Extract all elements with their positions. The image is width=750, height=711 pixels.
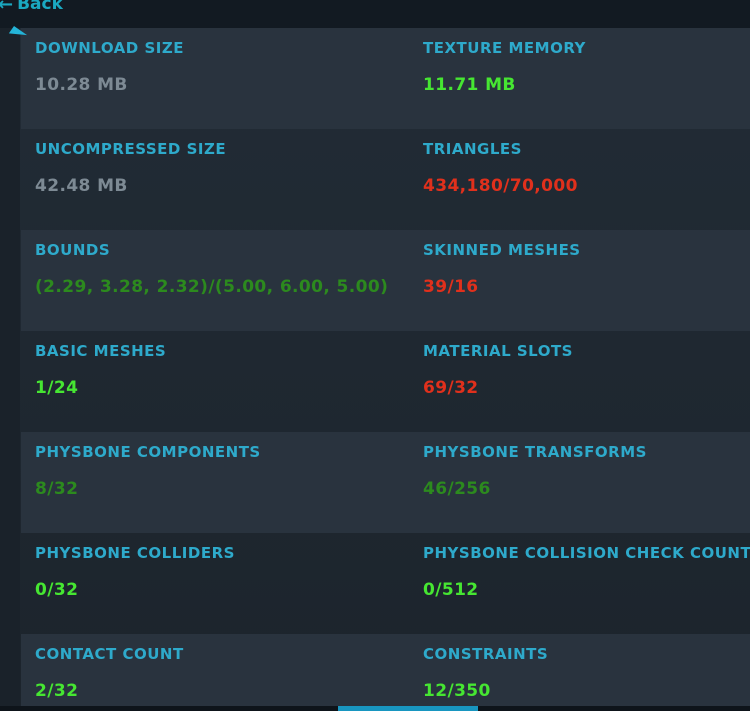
stats-row: PHYSBONE COMPONENTS 8/32 PHYSBONE TRANSF… xyxy=(21,432,750,533)
back-arrow-icon: ← xyxy=(0,0,14,15)
performance-stats-screen: ← Back DOWNLOAD SIZE 10.28 MB TEXTURE ME… xyxy=(0,0,750,711)
stat-label: BASIC MESHES xyxy=(35,342,167,360)
stat-label: PHYSBONE COMPONENTS xyxy=(35,443,261,461)
stats-row: BASIC MESHES 1/24 MATERIAL SLOTS 69/32 xyxy=(21,331,750,432)
stat-label: PHYSBONE COLLISION CHECK COUNT xyxy=(423,544,750,562)
stat-value: 2/32 xyxy=(35,681,79,701)
stat-label: SKINNED MESHES xyxy=(423,241,581,259)
scroll-indicator[interactable] xyxy=(338,706,478,711)
stat-label: PHYSBONE COLLIDERS xyxy=(35,544,235,562)
stat-label: TRIANGLES xyxy=(423,140,522,158)
stat-value: 1/24 xyxy=(35,378,79,398)
stat-label: TEXTURE MEMORY xyxy=(423,39,586,57)
stat-value: 11.71 MB xyxy=(423,75,516,95)
stat-value: 42.48 MB xyxy=(35,176,128,196)
stat-value: 10.28 MB xyxy=(35,75,128,95)
stat-label: BOUNDS xyxy=(35,241,111,259)
stats-row: UNCOMPRESSED SIZE 42.48 MB TRIANGLES 434… xyxy=(21,129,750,230)
stat-label: UNCOMPRESSED SIZE xyxy=(35,140,227,158)
left-rail xyxy=(0,28,20,711)
stat-value: 46/256 xyxy=(423,479,491,499)
top-bar xyxy=(0,0,750,28)
stat-value: 12/350 xyxy=(423,681,491,701)
stat-value: 0/512 xyxy=(423,580,479,600)
stat-label: CONSTRAINTS xyxy=(423,645,549,663)
back-button[interactable]: ← Back xyxy=(0,0,63,16)
stat-label: PHYSBONE TRANSFORMS xyxy=(423,443,647,461)
stat-value: 434,180/70,000 xyxy=(423,176,578,196)
back-label: Back xyxy=(17,0,63,14)
stat-value: 39/16 xyxy=(423,277,479,297)
stats-list: DOWNLOAD SIZE 10.28 MB TEXTURE MEMORY 11… xyxy=(21,28,750,711)
stat-value: 8/32 xyxy=(35,479,79,499)
stat-value: 0/32 xyxy=(35,580,79,600)
stats-row: PHYSBONE COLLIDERS 0/32 PHYSBONE COLLISI… xyxy=(21,533,750,634)
stat-label: DOWNLOAD SIZE xyxy=(35,39,184,57)
stats-row: BOUNDS (2.29, 3.28, 2.32)/(5.00, 6.00, 5… xyxy=(21,230,750,331)
stats-row: DOWNLOAD SIZE 10.28 MB TEXTURE MEMORY 11… xyxy=(21,28,750,129)
stat-label: CONTACT COUNT xyxy=(35,645,184,663)
stat-value: 69/32 xyxy=(423,378,479,398)
stat-label: MATERIAL SLOTS xyxy=(423,342,573,360)
stat-value: (2.29, 3.28, 2.32)/(5.00, 6.00, 5.00) xyxy=(35,277,389,297)
stats-row: CONTACT COUNT 2/32 CONSTRAINTS 12/350 xyxy=(21,634,750,711)
